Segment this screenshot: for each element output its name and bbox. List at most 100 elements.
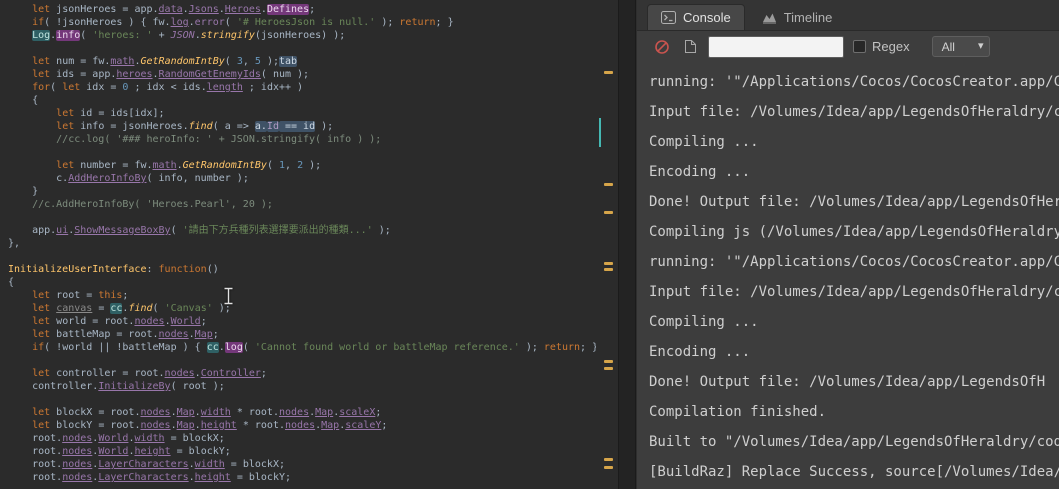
ban-icon (655, 39, 669, 54)
code-line[interactable]: }, (8, 237, 596, 250)
code-line[interactable]: let world = root.nodes.World; (8, 315, 596, 328)
code-token: blockX = root. (50, 407, 141, 418)
code-line[interactable]: let jsonHeroes = app.data.Jsons.Heroes.D… (8, 3, 596, 16)
code-line[interactable]: //cc.log( '### heroInfo: ' + JSON.string… (8, 133, 596, 146)
code-line[interactable]: let id = ids[idx]; (8, 107, 596, 120)
code-line[interactable]: app.ui.ShowMessageBoxBy( '請由下方兵種列表選擇要派出的… (8, 224, 596, 237)
tab-console[interactable]: Console (647, 4, 745, 30)
stripe-marker[interactable] (604, 183, 613, 186)
clear-console-button[interactable] (652, 37, 672, 57)
code-token: ); (519, 342, 544, 353)
code-token: 'Canvas' (164, 303, 213, 314)
code-token: data (158, 4, 183, 15)
code-token: controller = root. (50, 368, 165, 379)
code-line[interactable] (8, 146, 596, 159)
code-line[interactable]: for( let idx = 0 ; idx < ids.length ; id… (8, 81, 596, 94)
stripe-marker[interactable] (604, 262, 613, 265)
code-token: ( (224, 17, 237, 28)
code-line[interactable]: let number = fw.math.GetRandomIntBy( 1, … (8, 159, 596, 172)
code-token: let (32, 69, 51, 80)
code-token: let (32, 56, 51, 67)
code-line[interactable]: //c.AddHeroInfoBy( 'Heroes.Pearl', 20 ); (8, 198, 596, 211)
code-line[interactable] (8, 354, 596, 367)
code-line[interactable]: root.nodes.World.width = blockX; (8, 432, 596, 445)
stripe-marker[interactable] (604, 466, 613, 469)
code-token: let (32, 407, 51, 418)
code-line[interactable]: let ids = app.heroes.RandomGetEnemyIds( … (8, 68, 596, 81)
code-token: log (224, 342, 243, 353)
code-line[interactable]: root.nodes.LayerCharacters.width = block… (8, 458, 596, 471)
code-line[interactable]: if( !jsonHeroes ) { fw.log.error( '# Her… (8, 16, 596, 29)
code-token: = blockY; (170, 446, 231, 457)
code-token: return (543, 342, 581, 353)
code-token: let (56, 160, 75, 171)
code-token: Controller (200, 368, 261, 379)
code-line[interactable]: let battleMap = root.nodes.Map; (8, 328, 596, 341)
code-token: width (200, 407, 231, 418)
stripe-marker[interactable] (604, 71, 613, 74)
code-line[interactable] (8, 393, 596, 406)
code-line[interactable]: root.nodes.World.height = blockY; (8, 445, 596, 458)
code-line[interactable] (8, 211, 596, 224)
code-token: Map (321, 420, 340, 431)
code-line[interactable]: let controller = root.nodes.Controller; (8, 367, 596, 380)
code-line[interactable]: let num = fw.math.GetRandomIntBy( 3, 5 )… (8, 55, 596, 68)
code-token: ( (170, 225, 183, 236)
code-line[interactable]: c.AddHeroInfoBy( info, number ); (8, 172, 596, 185)
code-token: cc (206, 342, 219, 353)
code-line[interactable]: let blockY = root.nodes.Map.height * roo… (8, 419, 596, 432)
code-line[interactable]: { (8, 276, 596, 289)
code-line[interactable]: let canvas = cc.find( 'Canvas' ); (8, 302, 596, 315)
code-line[interactable]: { (8, 94, 596, 107)
code-token: ; } (435, 17, 454, 28)
code-token: cc (110, 303, 123, 314)
regex-checkbox[interactable] (853, 40, 866, 53)
chevron-down-icon: ▾ (978, 40, 984, 52)
code-token: { (8, 95, 39, 106)
stripe-marker[interactable] (604, 268, 613, 271)
console-output[interactable]: running: '"/Applications/Cocos/CocosCrea… (637, 62, 1059, 489)
open-log-button[interactable] (680, 37, 700, 57)
console-search-input[interactable] (708, 35, 844, 58)
code-line[interactable] (8, 42, 596, 55)
code-token: let (32, 329, 51, 340)
code-token: root. (8, 459, 63, 470)
code-token: ( info, number ); (146, 173, 249, 184)
log-level-dropdown[interactable]: All ▾ (931, 36, 990, 57)
stripe-marker[interactable] (604, 367, 613, 370)
code-line[interactable]: let blockX = root.nodes.Map.width * root… (8, 406, 596, 419)
tab-timeline[interactable]: Timeline (749, 4, 846, 30)
code-token: ; (309, 4, 316, 15)
code-line[interactable]: controller.InitializeBy( root ); (8, 380, 596, 393)
code-line[interactable] (8, 250, 596, 263)
code-line[interactable]: Log.info( 'heroes: ' + JSON.stringify(js… (8, 29, 596, 42)
code-token: Map (176, 420, 195, 431)
code-line[interactable]: } (8, 185, 596, 198)
code-token: ; (200, 316, 207, 327)
stripe-scroll-thumb[interactable] (599, 118, 601, 147)
stripe-marker[interactable] (604, 360, 613, 363)
code-line[interactable]: InitializeUserInterface: function() (8, 263, 596, 276)
code-token: info = jsonHeroes. (74, 121, 189, 132)
code-token: AddHeroInfoBy (68, 173, 147, 184)
code-line[interactable]: let root = this; (8, 289, 596, 302)
stripe-marker[interactable] (604, 458, 613, 461)
code-token: let (32, 316, 51, 327)
editor-scroll-stripe[interactable] (596, 0, 618, 489)
code-token: c. (8, 173, 69, 184)
code-token: } (8, 186, 39, 197)
code-token: root = (50, 290, 99, 301)
code-token: ; } (580, 342, 596, 353)
code-line[interactable]: if( !world || !battleMap ) { cc.log( 'Ca… (8, 341, 596, 354)
code-token: RandomGetEnemyIds (158, 69, 261, 80)
code-line[interactable]: root.nodes.LayerCharacters.height = bloc… (8, 471, 596, 484)
code-editor[interactable]: let jsonHeroes = app.data.Jsons.Heroes.D… (0, 0, 596, 484)
stripe-marker[interactable] (604, 211, 613, 214)
code-editor-pane[interactable]: let jsonHeroes = app.data.Jsons.Heroes.D… (0, 0, 596, 489)
code-line[interactable]: let info = jsonHeroes.find( a => a.Id ==… (8, 120, 596, 133)
terminal-icon (661, 11, 676, 24)
